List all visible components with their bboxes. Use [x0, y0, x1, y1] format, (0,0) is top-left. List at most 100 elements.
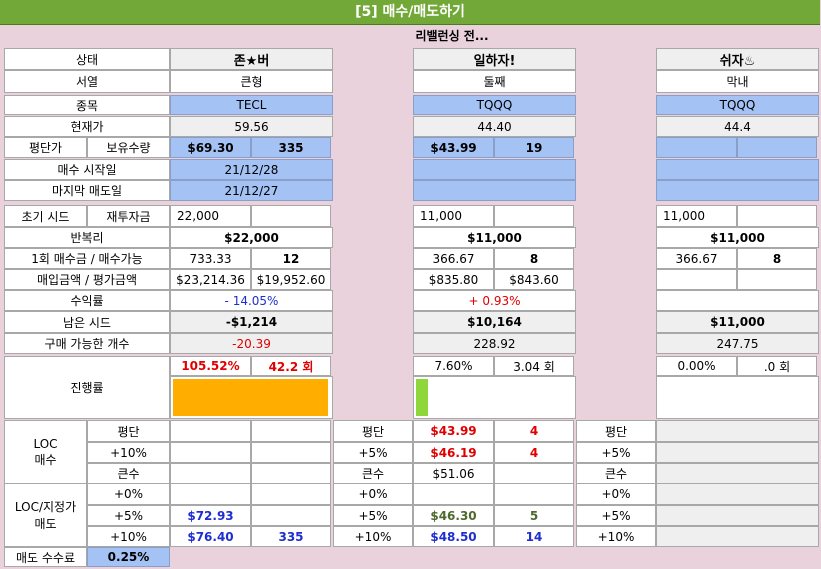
account-once-buy: 366.67	[656, 248, 737, 269]
account-qty[interactable]: 335	[251, 137, 331, 158]
account-compound: $11,000	[656, 227, 819, 248]
account-qty[interactable]: 19	[494, 137, 574, 158]
mid-plus5-label: +5%	[576, 442, 656, 463]
order-label: 서열	[4, 70, 170, 93]
account-loc-big: $51.06	[413, 463, 494, 484]
account-progress-pct: 0.00%	[656, 356, 737, 376]
mid-big-label: 큰수	[333, 463, 413, 484]
account-progress-track	[656, 376, 819, 419]
mid-sell10-label: +10%	[333, 526, 413, 547]
account-seed[interactable]: 11,000	[656, 205, 737, 227]
account-qty[interactable]	[737, 137, 817, 158]
account-once-qty: 12	[251, 248, 331, 269]
account-reinvest[interactable]	[251, 205, 331, 227]
account-sell0-qty	[494, 483, 574, 505]
account-empty-cell	[656, 505, 819, 526]
price-label: 현재가	[4, 116, 170, 137]
account-empty-cell	[656, 463, 819, 484]
account-order: 둘째	[413, 70, 576, 93]
once-buy-label: 1회 매수금 / 매수가능	[4, 248, 170, 269]
loc-plus10-label: +10%	[87, 442, 170, 463]
account-name: 존★버	[170, 48, 333, 70]
loc-big-label: 큰수	[87, 463, 170, 484]
progress-label: 진행률	[4, 356, 170, 419]
account-empty-cell	[656, 526, 819, 547]
account-start-date[interactable]: 21/12/28	[170, 159, 333, 180]
mid-sell5-label: +5%	[333, 505, 413, 526]
sell-plus10-label: +10%	[87, 526, 170, 547]
account-loc-plus: $46.19	[413, 442, 494, 463]
account-sell0-qty	[251, 483, 331, 505]
account-progress-fill	[173, 379, 328, 416]
sheet-title: [5] 매수/매도하기	[0, 0, 820, 25]
account-eval-sum	[737, 269, 817, 290]
mid-sell0-label: +0%	[333, 483, 413, 505]
account-name: 쉬자♨	[656, 48, 819, 70]
account-profit: - 14.05%	[170, 290, 333, 311]
account-loc-big-qty	[251, 463, 331, 484]
remain-seed-label: 남은 시드	[4, 311, 170, 333]
mid-avg-label: 평단	[576, 420, 656, 442]
mid-avg-label: 평단	[333, 420, 413, 442]
account-loc-plus-qty: 4	[494, 442, 574, 463]
account-sell10-qty: 14	[494, 526, 574, 547]
account-compound: $22,000	[170, 227, 333, 248]
fee-label: 매도 수수료	[4, 547, 87, 567]
account-profit	[656, 290, 819, 311]
account-reinvest[interactable]	[737, 205, 817, 227]
account-start-date[interactable]	[413, 159, 576, 180]
account-price: 44.40	[413, 116, 576, 137]
mid-sell5-label: +5%	[576, 505, 656, 526]
account-progress-pct: 7.60%	[413, 356, 494, 376]
account-remain-seed: $10,164	[413, 311, 576, 333]
account-avg-price[interactable]: $43.99	[413, 137, 494, 158]
account-ticker: TQQQ	[656, 95, 819, 115]
account-loc-plus	[170, 442, 251, 463]
account-loc-avg-qty	[251, 420, 331, 442]
account-seed[interactable]: 11,000	[413, 205, 494, 227]
account-sell5: $72.93	[170, 505, 251, 526]
account-compound: $11,000	[413, 227, 576, 248]
buyable-count-label: 구매 가능한 개수	[4, 333, 170, 354]
account-last-sell[interactable]	[656, 180, 819, 201]
account-start-date[interactable]	[656, 159, 819, 180]
account-buy-sum: $23,214.36	[170, 269, 251, 290]
mid-plus5-label: +5%	[333, 442, 413, 463]
account-loc-big	[170, 463, 251, 484]
mid-sell10-label: +10%	[576, 526, 656, 547]
account-eval-sum: $19,952.60	[251, 269, 331, 290]
account-once-qty: 8	[737, 248, 817, 269]
account-order: 큰형	[170, 70, 333, 93]
account-seed[interactable]: 22,000	[170, 205, 251, 227]
account-profit: + 0.93%	[413, 290, 576, 311]
account-sell5-qty: 5	[494, 505, 574, 526]
account-name: 일하자!	[413, 48, 576, 70]
loc-buy-label: LOC 매수	[4, 420, 87, 484]
buy-eval-label: 매입금액 / 평가금액	[4, 269, 170, 290]
ticker-label: 종목	[4, 95, 170, 115]
account-avg-price[interactable]: $69.30	[170, 137, 251, 158]
account-buy-sum: $835.80	[413, 269, 494, 290]
account-loc-avg-qty: 4	[494, 420, 574, 442]
account-remain-seed: $11,000	[656, 311, 819, 333]
account-reinvest[interactable]	[494, 205, 574, 227]
account-eval-sum: $843.60	[494, 269, 574, 290]
qty-label: 보유수량	[87, 137, 170, 158]
account-progress-fill	[416, 379, 428, 416]
account-sell10: $76.40	[170, 526, 251, 547]
account-empty-cell	[656, 483, 819, 505]
avg-price-label: 평단가	[4, 137, 87, 158]
account-last-sell[interactable]: 21/12/27	[170, 180, 333, 201]
sell-plus0-label: +0%	[87, 483, 170, 505]
account-empty-cell	[656, 442, 819, 463]
account-sell0	[170, 483, 251, 505]
account-progress-count: .0 회	[737, 356, 817, 376]
account-once-buy: 366.67	[413, 248, 494, 269]
fee-value[interactable]: 0.25%	[87, 547, 170, 567]
account-empty-cell	[656, 420, 819, 442]
account-avg-price[interactable]	[656, 137, 737, 158]
compound-label: 반복리	[4, 227, 170, 248]
account-last-sell[interactable]	[413, 180, 576, 201]
account-order: 막내	[656, 70, 819, 93]
account-loc-big-qty	[494, 463, 574, 484]
